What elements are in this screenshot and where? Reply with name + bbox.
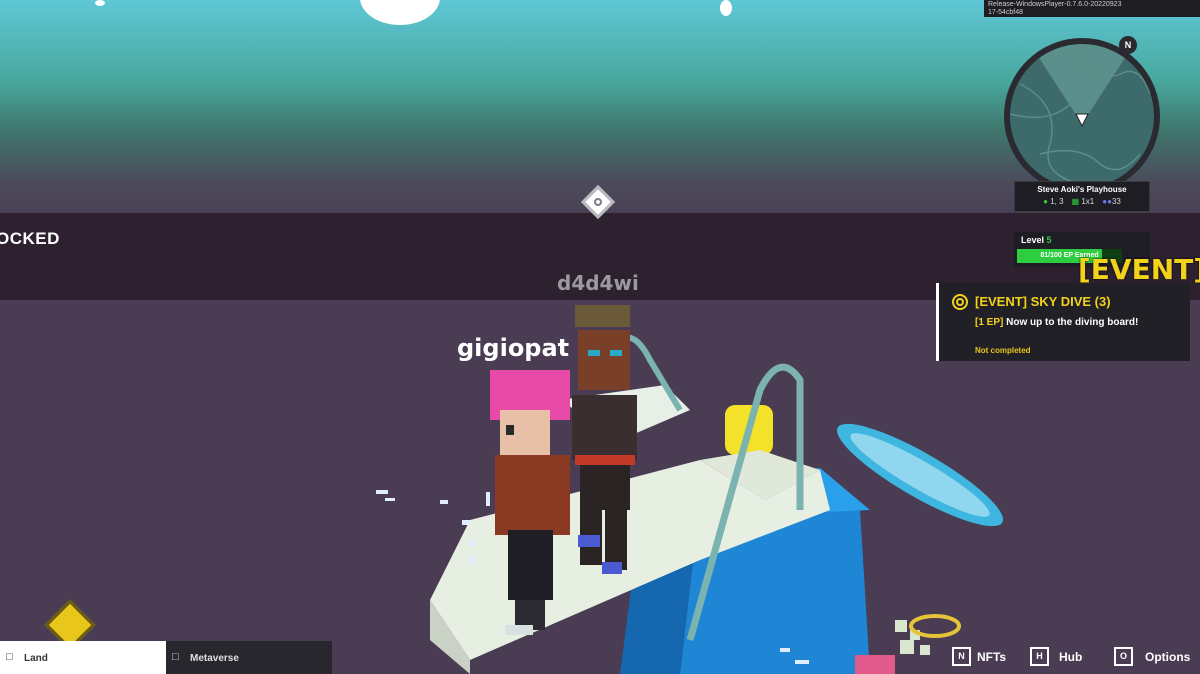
options-label: Options xyxy=(1145,649,1191,664)
coords-value: 1, 3 xyxy=(1050,197,1064,206)
options-shortcut[interactable]: O Options xyxy=(1114,647,1190,666)
level-label-row: Level 5 xyxy=(1021,235,1052,245)
nfts-key: N xyxy=(952,647,971,666)
quest-panel[interactable]: [EVENT] SKY DIVE (3) [1 EP] Now up to th… xyxy=(936,283,1190,361)
hub-key: H xyxy=(1030,647,1049,666)
target-icon xyxy=(952,294,968,310)
tab-metaverse-label: Metaverse xyxy=(190,653,239,664)
tab-land[interactable]: □ Land xyxy=(0,641,166,674)
players-stat: ●●33 xyxy=(1102,197,1121,206)
pin-icon: ● xyxy=(1043,197,1048,206)
nfts-label: NFTs xyxy=(977,649,1007,664)
event-label: [EVENT] xyxy=(1078,253,1200,286)
tab-metaverse[interactable]: □ Metaverse xyxy=(166,641,332,674)
nfts-shortcut[interactable]: N NFTs xyxy=(952,647,1006,666)
size-value: 1x1 xyxy=(1081,197,1095,206)
player-arrow-icon xyxy=(1075,113,1089,128)
quest-ep: [1 EP] xyxy=(975,317,1004,328)
build-version: Release-WindowsPlayer-0.7.6.0-20220923 1… xyxy=(984,0,1200,17)
level-label: Level xyxy=(1021,235,1045,245)
quest-objective: [1 EP] Now up to the diving board! xyxy=(975,316,1175,329)
hub-label: Hub xyxy=(1059,649,1083,664)
location-card: Steve Aoki's Playhouse ● 1, 3 ▦ 1x1 ●●33 xyxy=(1014,181,1150,212)
level-value: 5 xyxy=(1046,235,1052,245)
banner-text: OCKED xyxy=(0,229,60,248)
quest-status: Not completed xyxy=(975,346,1031,355)
coords-stat: ● 1, 3 xyxy=(1043,197,1063,206)
quest-description: Now up to the diving board! xyxy=(1006,317,1139,328)
build-version-line: 17-54cbf48 xyxy=(988,9,1024,16)
size-stat: ▦ 1x1 xyxy=(1072,197,1095,206)
quest-title: [EVENT] SKY DIVE (3) xyxy=(975,294,1111,309)
options-key: O xyxy=(1114,647,1133,666)
players-value: 33 xyxy=(1111,197,1121,206)
nametag-local-player: gigiopat xyxy=(457,334,570,362)
tab-land-label: Land xyxy=(24,653,48,664)
nametag-remote-player: d4d4wi xyxy=(557,271,639,295)
minimap[interactable] xyxy=(1004,38,1160,194)
chat-bubbles-icon: □ xyxy=(172,651,179,663)
grid-icon: ▦ xyxy=(1071,197,1080,206)
chat-bubble-icon: □ xyxy=(6,651,13,663)
players-icon: ●● xyxy=(1102,197,1112,206)
hub-shortcut[interactable]: H Hub xyxy=(1030,647,1082,666)
location-name: Steve Aoki's Playhouse xyxy=(1037,185,1127,194)
build-version-line: Release-WindowsPlayer-0.7.6.0-20220923 xyxy=(988,1,1122,8)
compass-north-icon: N xyxy=(1119,36,1137,54)
